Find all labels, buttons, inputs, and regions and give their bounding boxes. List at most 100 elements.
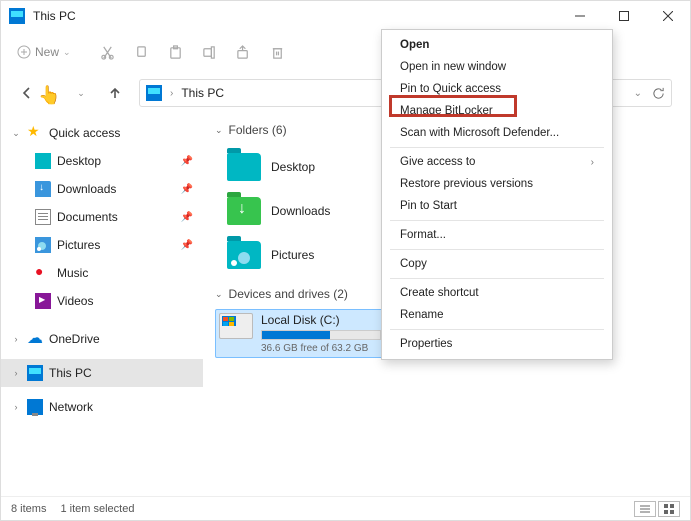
drive-local-c[interactable]: Local Disk (C:) 36.6 GB free of 63.2 GB — [215, 309, 389, 358]
drive-label: Local Disk (C:) — [261, 313, 381, 327]
sidebar-item-label: This PC — [49, 366, 92, 380]
documents-icon — [35, 209, 51, 225]
address-location: This PC — [181, 86, 224, 100]
chevron-right-icon[interactable]: › — [11, 402, 21, 412]
music-icon — [35, 265, 51, 281]
copy-icon[interactable] — [125, 37, 159, 67]
context-menu: Open Open in new window Pin to Quick acc… — [381, 29, 613, 360]
sidebar-item-videos[interactable]: Videos — [1, 287, 203, 315]
sidebar-item-label: OneDrive — [49, 332, 100, 346]
chevron-right-icon[interactable]: › — [11, 368, 21, 378]
back-button[interactable] — [13, 79, 41, 107]
rename-icon[interactable] — [193, 37, 227, 67]
dropdown-icon[interactable]: ⌄ — [67, 79, 95, 107]
maximize-button[interactable] — [602, 1, 646, 31]
folder-icon — [227, 197, 261, 225]
chevron-down-icon: ⌄ — [215, 125, 223, 136]
sidebar-item-label: Pictures — [57, 238, 100, 252]
pin-icon: 📌 — [181, 184, 193, 195]
window-title: This PC — [33, 9, 558, 23]
sidebar-item-label: Music — [57, 266, 88, 280]
menu-rename[interactable]: Rename — [382, 304, 612, 326]
folder-icon — [227, 153, 261, 181]
menu-format[interactable]: Format... — [382, 224, 612, 246]
network-icon — [27, 399, 43, 415]
menu-scan-defender[interactable]: Scan with Microsoft Defender... — [382, 122, 612, 144]
paste-icon[interactable] — [159, 37, 193, 67]
menu-pin-quick-access[interactable]: Pin to Quick access — [382, 78, 612, 100]
sidebar-item-documents[interactable]: Documents 📌 — [1, 203, 203, 231]
status-item-count: 8 items — [11, 503, 46, 515]
view-icons-button[interactable] — [658, 501, 680, 517]
chevron-right-icon[interactable]: › — [11, 334, 21, 344]
drive-usage-bar — [261, 330, 381, 340]
menu-properties[interactable]: Properties — [382, 333, 612, 355]
menu-label: Open — [400, 39, 429, 51]
menu-label: Give access to — [400, 156, 475, 168]
menu-separator — [390, 329, 604, 330]
menu-separator — [390, 220, 604, 221]
sidebar-item-desktop[interactable]: Desktop 📌 — [1, 147, 203, 175]
menu-separator — [390, 147, 604, 148]
folder-icon — [227, 241, 261, 269]
group-label: Folders (6) — [229, 123, 287, 137]
refresh-icon[interactable] — [652, 87, 665, 100]
sidebar-item-downloads[interactable]: Downloads 📌 — [1, 175, 203, 203]
sidebar-quick-access[interactable]: ⌄ Quick access — [1, 119, 203, 147]
chevron-right-icon: › — [591, 157, 594, 168]
desktop-icon — [35, 153, 51, 169]
chevron-down-icon[interactable]: ⌄ — [11, 128, 21, 139]
chevron-down-icon: ⌄ — [215, 289, 223, 300]
pin-icon: 📌 — [181, 240, 193, 251]
onedrive-icon — [27, 331, 43, 347]
menu-open-new-window[interactable]: Open in new window — [382, 56, 612, 78]
folder-label: Desktop — [271, 160, 315, 174]
thispc-icon — [146, 85, 162, 101]
sidebar-network[interactable]: › Network — [1, 393, 203, 421]
status-selected-count: 1 item selected — [60, 503, 134, 515]
new-button[interactable]: New ⌄ — [11, 45, 77, 59]
menu-manage-bitlocker[interactable]: Manage BitLocker — [382, 100, 612, 122]
chevron-down-icon[interactable]: ⌄ — [634, 88, 642, 99]
sidebar-item-label: Downloads — [57, 182, 116, 196]
sidebar-item-music[interactable]: Music — [1, 259, 203, 287]
folder-label: Downloads — [271, 204, 330, 218]
sidebar-item-pictures[interactable]: Pictures 📌 — [1, 231, 203, 259]
close-button[interactable] — [646, 1, 690, 31]
app-icon — [9, 8, 25, 24]
menu-copy[interactable]: Copy — [382, 253, 612, 275]
menu-open[interactable]: Open — [382, 34, 612, 56]
menu-give-access-to[interactable]: Give access to › — [382, 151, 612, 173]
view-details-button[interactable] — [634, 501, 656, 517]
group-label: Devices and drives (2) — [229, 287, 348, 301]
menu-create-shortcut[interactable]: Create shortcut — [382, 282, 612, 304]
pin-icon: 📌 — [181, 156, 193, 167]
cut-icon[interactable] — [91, 37, 125, 67]
pictures-icon — [35, 237, 51, 253]
new-button-label: New — [35, 45, 59, 59]
up-button[interactable] — [101, 79, 129, 107]
sidebar-thispc[interactable]: › This PC — [1, 359, 203, 387]
sidebar-item-label: Quick access — [49, 126, 120, 140]
menu-separator — [390, 249, 604, 250]
drive-free-text: 36.6 GB free of 63.2 GB — [261, 343, 381, 354]
menu-restore-previous[interactable]: Restore previous versions — [382, 173, 612, 195]
sidebar-item-label: Desktop — [57, 154, 101, 168]
sidebar-onedrive[interactable]: › OneDrive — [1, 325, 203, 353]
pin-icon: 📌 — [181, 212, 193, 223]
chevron-right-icon: › — [170, 88, 173, 99]
sidebar-item-label: Network — [49, 400, 93, 414]
videos-icon — [35, 293, 51, 309]
share-icon[interactable] — [227, 37, 261, 67]
sidebar-item-label: Videos — [57, 294, 93, 308]
sidebar: ⌄ Quick access Desktop 📌 Downloads 📌 Docum… — [1, 113, 203, 499]
menu-pin-to-start[interactable]: Pin to Start — [382, 195, 612, 217]
star-icon — [27, 125, 43, 141]
delete-icon[interactable] — [261, 37, 295, 67]
sidebar-item-label: Documents — [57, 210, 118, 224]
thispc-icon — [27, 365, 43, 381]
minimize-button[interactable] — [558, 1, 602, 31]
folder-label: Pictures — [271, 248, 314, 262]
downloads-icon — [35, 181, 51, 197]
menu-separator — [390, 278, 604, 279]
